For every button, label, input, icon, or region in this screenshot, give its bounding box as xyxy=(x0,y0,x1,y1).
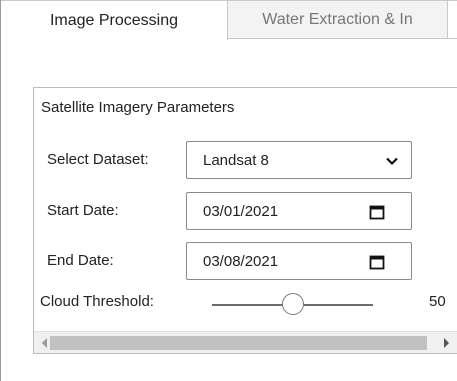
tab-water-extraction[interactable]: Water Extraction & In xyxy=(228,0,448,39)
cloud-threshold-label: Cloud Threshold: xyxy=(40,293,154,310)
calendar-icon[interactable] xyxy=(369,204,385,220)
tab-label: Image Processing xyxy=(49,11,179,29)
tab-overflow-edge xyxy=(448,0,457,39)
dataset-select[interactable]: Landsat 8 xyxy=(186,141,412,179)
start-date-value: 03/01/2021 xyxy=(203,202,279,220)
scroll-left-arrow-icon[interactable] xyxy=(42,338,47,348)
slider-thumb[interactable] xyxy=(282,293,304,315)
end-date-value: 03/08/2021 xyxy=(203,252,279,270)
group-title: Satellite Imagery Parameters xyxy=(41,99,235,116)
tab-image-processing[interactable]: Image Processing xyxy=(1,0,228,40)
scrollbar-thumb[interactable] xyxy=(50,336,427,350)
horizontal-scrollbar[interactable] xyxy=(34,331,457,353)
start-date-label: Start Date: xyxy=(47,202,119,219)
end-date-input[interactable]: 03/08/2021 xyxy=(186,242,412,280)
tab-label: Water Extraction & In xyxy=(262,10,413,28)
calendar-icon[interactable] xyxy=(369,254,385,270)
end-date-label: End Date: xyxy=(47,252,114,269)
tab-bar: Image Processing Water Extraction & In xyxy=(1,0,457,40)
dataset-label: Select Dataset: xyxy=(47,151,149,168)
cloud-threshold-value: 50 xyxy=(429,293,446,310)
window-left-border xyxy=(0,0,1,381)
dataset-value: Landsat 8 xyxy=(203,151,269,169)
chevron-down-icon xyxy=(386,157,398,166)
scroll-right-arrow-icon[interactable] xyxy=(444,338,449,348)
start-date-input[interactable]: 03/01/2021 xyxy=(186,192,412,230)
